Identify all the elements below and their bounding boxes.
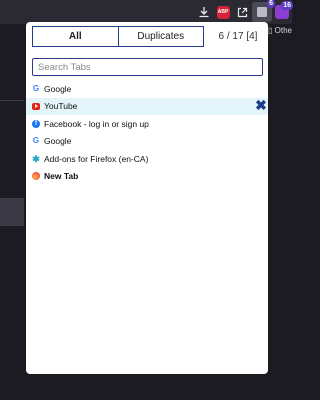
addons-icon: ✱ (32, 153, 40, 164)
tab-title: New Tab (44, 171, 79, 182)
tab-all[interactable]: All (33, 27, 118, 46)
extension-icon[interactable]: 16 (274, 1, 293, 20)
adblock-plus-label: ABP (216, 5, 230, 19)
adblock-plus-icon[interactable]: ABP (215, 4, 231, 20)
other-bookmarks-label[interactable]: ▯ Othe (268, 26, 292, 35)
list-item[interactable]: G Google (26, 80, 268, 98)
browser-toolbar: ABP 6 16 (0, 0, 293, 24)
list-item[interactable]: f Facebook - log in or sign up (26, 115, 268, 133)
other-bookmarks-text: Othe (274, 26, 292, 35)
tab-title: Add-ons for Firefox (en-CA) (44, 153, 149, 164)
list-item[interactable]: New Tab (26, 168, 268, 186)
open-external-icon[interactable] (234, 4, 250, 20)
tab-title: Facebook - log in or sign up (44, 118, 149, 129)
google-icon: G (32, 83, 40, 93)
search-input[interactable] (32, 58, 263, 76)
background-tab-strip (0, 198, 24, 226)
firefox-icon (32, 172, 40, 181)
tab-title: Google (44, 83, 72, 94)
tab-manager-icon[interactable]: 6 (252, 0, 275, 22)
tab-manager-popup: All Duplicates 6 / 17 [4] G Google YouTu… (26, 22, 268, 374)
filter-segmented-control: All Duplicates (32, 26, 204, 47)
list-item[interactable]: G Google (26, 133, 268, 151)
google-icon: G (32, 136, 40, 146)
tab-manager-glyph (257, 7, 267, 17)
tab-title: YouTube (44, 101, 78, 112)
youtube-icon (32, 102, 40, 110)
list-item[interactable]: YouTube ✖ (26, 97, 268, 115)
divider (0, 100, 24, 101)
facebook-icon: f (32, 119, 40, 128)
tab-title: Google (44, 136, 72, 147)
download-icon[interactable] (196, 4, 212, 20)
tab-list: G Google YouTube ✖ f Facebook - log in o… (26, 80, 268, 185)
tab-count: 6 / 17 [4] (218, 31, 258, 42)
tab-duplicates[interactable]: Duplicates (117, 27, 204, 46)
list-item[interactable]: ✱ Add-ons for Firefox (en-CA) (26, 150, 268, 168)
close-icon[interactable]: ✖ (254, 97, 268, 113)
extension-badge: 16 (281, 1, 293, 10)
